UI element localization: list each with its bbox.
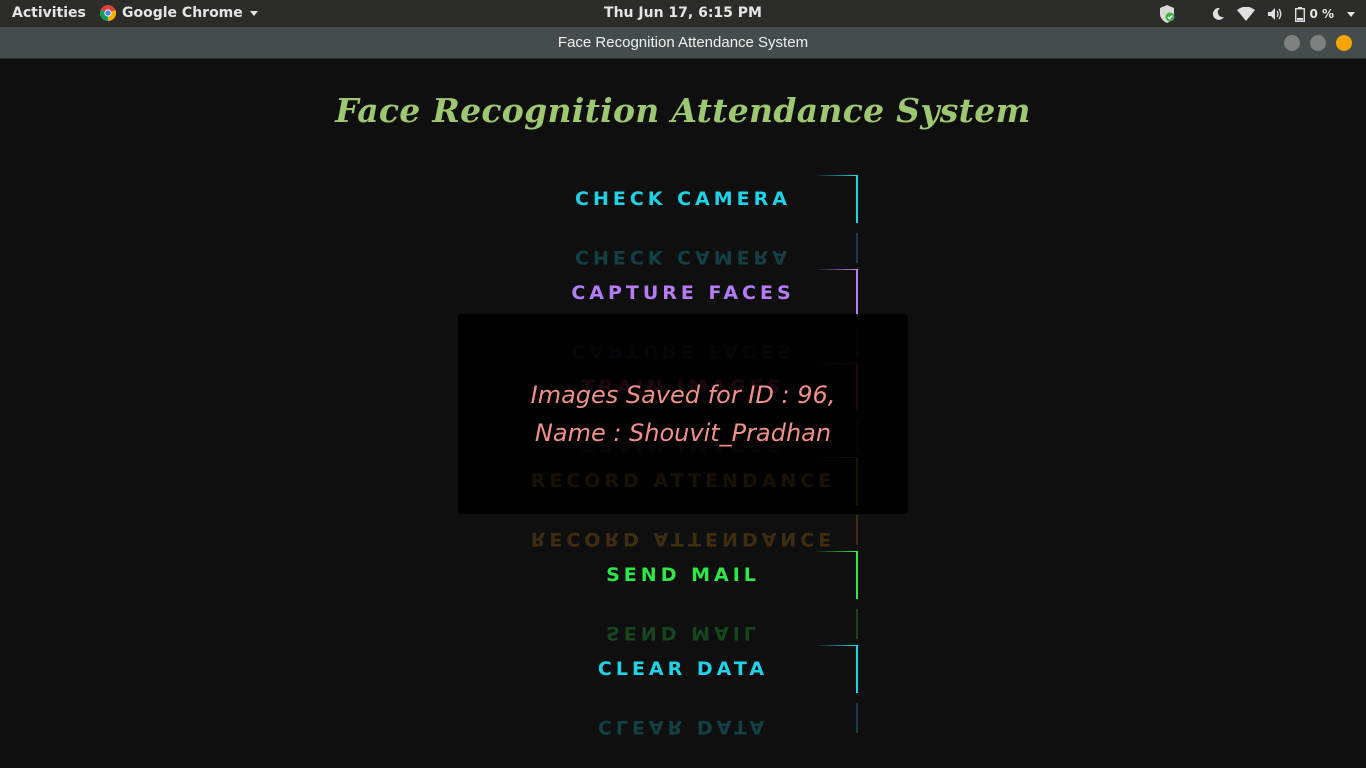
shield-icon[interactable] (1157, 4, 1177, 24)
check-camera-reflection-label: CHECK CAMERA (575, 246, 791, 268)
clear-data-reflection-label: CLEAR DATA (597, 716, 769, 738)
app-menu[interactable]: Google Chrome (100, 5, 259, 21)
close-button[interactable] (1336, 35, 1352, 51)
battery-percent: 0 % (1309, 7, 1334, 21)
wifi-icon[interactable] (1237, 7, 1256, 21)
maximize-button[interactable] (1310, 35, 1326, 51)
system-top-bar: Activities Google Chrome Thu Jun 17, 6:1… (0, 0, 1366, 27)
window-title: Face Recognition Attendance System (557, 34, 809, 51)
clear-data-reflection: CLEAR DATA (510, 703, 858, 751)
chevron-down-icon (249, 11, 258, 16)
volume-icon[interactable] (1267, 7, 1283, 21)
battery-icon[interactable] (1295, 6, 1306, 22)
page-content: Face Recognition Attendance System CHECK… (0, 59, 1366, 768)
app-name: Google Chrome (122, 5, 243, 21)
send-mail-label: SEND MAIL (606, 564, 760, 586)
minimize-button[interactable] (1284, 35, 1300, 51)
clear-data-button[interactable]: CLEAR DATA (510, 645, 858, 693)
toast-line-2: Name : Shouvit_Pradhan (534, 419, 832, 447)
chrome-icon (100, 5, 116, 21)
clock[interactable]: Thu Jun 17, 6:15 PM (604, 5, 762, 21)
toast-notification: Images Saved for ID : 96, Name : Shouvit… (458, 314, 908, 514)
send-mail-reflection-label: SEND MAIL (606, 622, 760, 644)
capture-faces-label: CAPTURE FACES (571, 282, 795, 304)
record-attendance-reflection-label: RECORD ATTENDANCE (530, 528, 836, 550)
chevron-down-icon[interactable] (1346, 9, 1356, 19)
toast-line-1: Images Saved for ID : 96, (530, 381, 836, 409)
check-camera-label: CHECK CAMERA (575, 188, 791, 210)
capture-faces-button[interactable]: CAPTURE FACES (510, 269, 858, 317)
page-title: Face Recognition Attendance System (335, 91, 1031, 130)
clear-data-label: CLEAR DATA (597, 658, 769, 680)
night-light-icon[interactable] (1211, 7, 1225, 21)
window-title-bar[interactable]: Face Recognition Attendance System (0, 27, 1366, 59)
send-mail-button[interactable]: SEND MAIL (510, 551, 858, 599)
activities-button[interactable]: Activities (12, 5, 86, 21)
check-camera-button[interactable]: CHECK CAMERA (510, 175, 858, 223)
system-tray[interactable]: 0 % (1157, 4, 1356, 24)
